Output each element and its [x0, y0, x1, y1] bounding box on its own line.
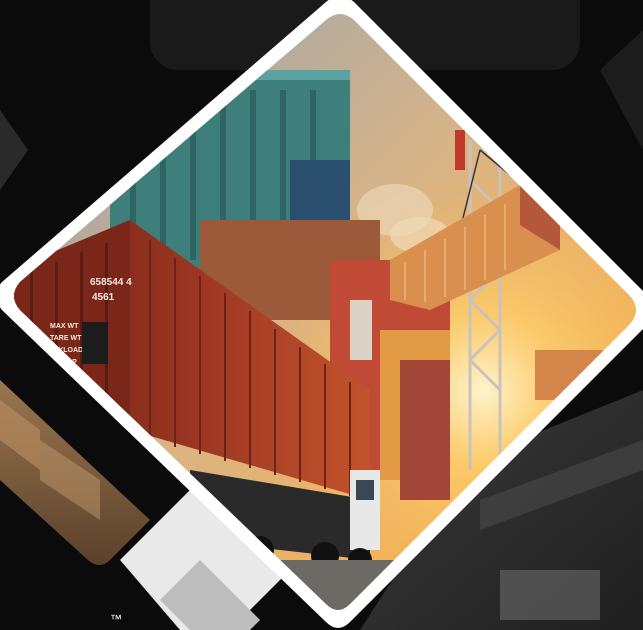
container-id-2: 4561 — [92, 292, 115, 303]
container-panel-2: TARE WT — [50, 335, 82, 342]
photo-collage: 658544 4 4561 MAX WT TARE WT PAYLOAD CU … — [0, 0, 643, 630]
container-panel-1: MAX WT — [50, 323, 79, 330]
container-id-1: 658544 4 — [90, 277, 132, 288]
trademark-symbol: ™ — [110, 612, 123, 626]
